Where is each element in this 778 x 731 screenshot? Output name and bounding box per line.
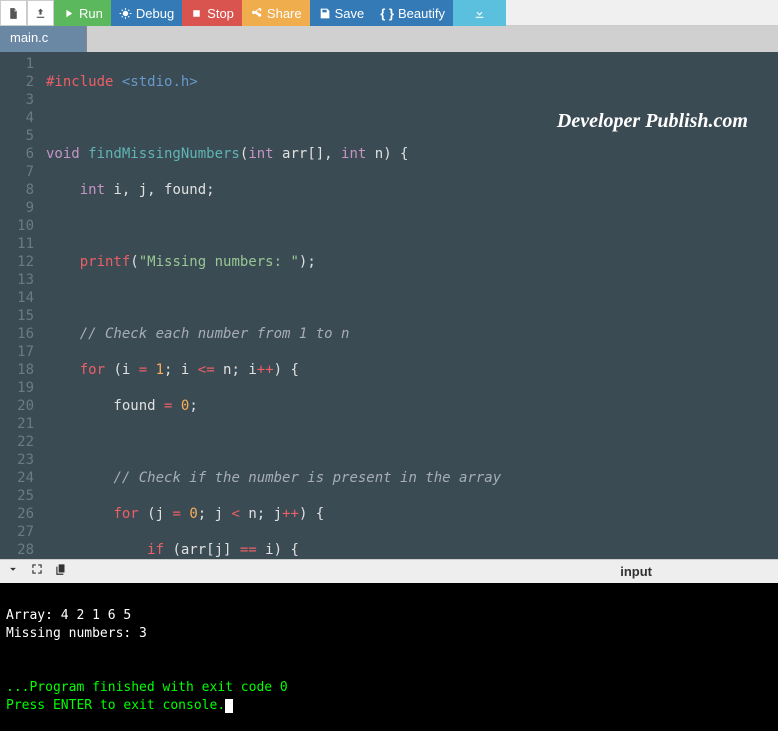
line-number: 21: [8, 415, 34, 433]
download-button[interactable]: [453, 0, 506, 26]
line-number: 10: [8, 217, 34, 235]
chevron-down-icon[interactable]: [6, 562, 20, 581]
line-number: 17: [8, 343, 34, 361]
line-number: 4: [8, 109, 34, 127]
new-file-button[interactable]: [0, 0, 27, 26]
code-editor[interactable]: 1234567891011121314151617181920212223242…: [0, 52, 778, 559]
line-number: 25: [8, 487, 34, 505]
upload-icon: [34, 7, 47, 20]
stop-button[interactable]: Stop: [182, 0, 242, 26]
line-number: 12: [8, 253, 34, 271]
console-input-label: input: [620, 564, 652, 579]
copy-icon[interactable]: [54, 562, 68, 581]
line-number: 15: [8, 307, 34, 325]
line-number: 26: [8, 505, 34, 523]
save-button[interactable]: Save: [310, 0, 373, 26]
line-number: 22: [8, 433, 34, 451]
run-label: Run: [79, 6, 103, 21]
beautify-label: Beautify: [398, 6, 445, 21]
debug-button[interactable]: Debug: [111, 0, 182, 26]
line-number: 7: [8, 163, 34, 181]
line-number: 16: [8, 325, 34, 343]
tab-label: main.c: [10, 30, 48, 45]
stop-icon: [190, 7, 203, 20]
beautify-button[interactable]: { } Beautify: [372, 0, 453, 26]
toolbar: Run Debug Stop Share Save { } Beautify: [0, 0, 778, 26]
share-icon: [250, 7, 263, 20]
debug-label: Debug: [136, 6, 174, 21]
line-number: 28: [8, 541, 34, 559]
line-number: 1: [8, 55, 34, 73]
expand-icon[interactable]: [30, 562, 44, 581]
run-button[interactable]: Run: [54, 0, 111, 26]
console-line: Missing numbers: 3: [6, 626, 147, 641]
save-icon: [318, 7, 331, 20]
console-toolbar: input: [0, 559, 778, 583]
bug-icon: [119, 7, 132, 20]
tab-bar: main.c: [0, 26, 778, 52]
code-content[interactable]: #include <stdio.h> void findMissingNumbe…: [40, 52, 778, 559]
console-line: ...Program finished with exit code 0: [6, 680, 288, 695]
braces-icon: { }: [380, 6, 394, 21]
console-line: Press ENTER to exit console.: [6, 698, 225, 713]
line-number: 24: [8, 469, 34, 487]
upload-button[interactable]: [27, 0, 54, 26]
line-gutter: 1234567891011121314151617181920212223242…: [0, 52, 40, 559]
stop-label: Stop: [207, 6, 234, 21]
share-button[interactable]: Share: [242, 0, 310, 26]
cursor: [225, 699, 233, 713]
line-number: 27: [8, 523, 34, 541]
console-line: Array: 4 2 1 6 5: [6, 608, 131, 623]
line-number: 23: [8, 451, 34, 469]
line-number: 13: [8, 271, 34, 289]
line-number: 9: [8, 199, 34, 217]
line-number: 6: [8, 145, 34, 163]
tab-main-c[interactable]: main.c: [0, 26, 87, 52]
download-icon: [473, 7, 486, 20]
line-number: 5: [8, 127, 34, 145]
line-number: 20: [8, 397, 34, 415]
line-number: 19: [8, 379, 34, 397]
line-number: 8: [8, 181, 34, 199]
console-output[interactable]: Array: 4 2 1 6 5 Missing numbers: 3 ...P…: [0, 583, 778, 731]
share-label: Share: [267, 6, 302, 21]
save-label: Save: [335, 6, 365, 21]
line-number: 14: [8, 289, 34, 307]
line-number: 18: [8, 361, 34, 379]
file-icon: [7, 7, 20, 20]
play-icon: [62, 7, 75, 20]
line-number: 11: [8, 235, 34, 253]
line-number: 3: [8, 91, 34, 109]
line-number: 2: [8, 73, 34, 91]
